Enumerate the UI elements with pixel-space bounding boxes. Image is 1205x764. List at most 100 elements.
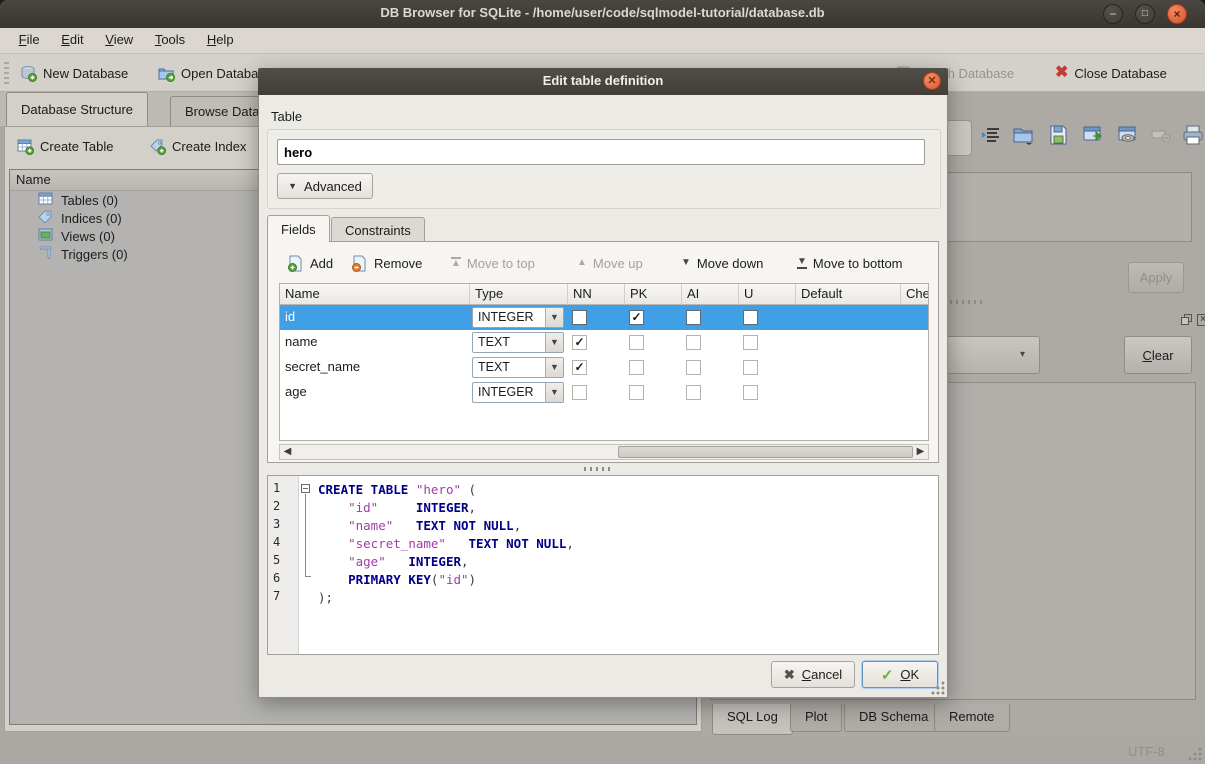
scrollbar-thumb[interactable]	[618, 446, 913, 458]
scroll-right-icon[interactable]: ▶	[915, 447, 926, 457]
u-checkbox[interactable]	[743, 385, 758, 400]
minimize-button[interactable]: −	[1103, 4, 1123, 24]
tab-fields[interactable]: Fields	[267, 215, 330, 242]
open-sql-file-icon[interactable]	[1012, 124, 1034, 146]
tab-database-structure[interactable]: Database Structure	[6, 92, 148, 126]
open-database-button[interactable]: Open Database	[158, 61, 272, 85]
remove-icon	[351, 255, 368, 272]
col-header-u[interactable]: U	[739, 284, 796, 305]
col-header-nn[interactable]: NN	[568, 284, 625, 305]
scroll-icon	[38, 246, 55, 263]
dock-close-icon[interactable]: ×	[1197, 314, 1205, 326]
scroll-left-icon[interactable]: ◀	[282, 447, 293, 457]
sql-line: "id" INTEGER,	[318, 499, 476, 517]
link-icon[interactable]	[1117, 124, 1139, 146]
sql-preview-editor[interactable]: 1 2 3 4 5 6 7 CREATE TABLE "hero" ( "id"…	[267, 475, 939, 655]
pk-checkbox[interactable]	[629, 335, 644, 350]
pk-checkbox[interactable]	[629, 310, 644, 325]
col-header-type[interactable]: Type	[470, 284, 568, 305]
menu-edit[interactable]: Edit	[52, 28, 92, 54]
dialog-title: Edit table definition	[258, 73, 948, 88]
fold-line	[305, 494, 306, 576]
cancel-x-icon: ✖	[784, 667, 795, 683]
col-header-ai[interactable]: AI	[682, 284, 739, 305]
type-dropdown[interactable]: INTEGER ▼	[472, 307, 564, 328]
field-row-age[interactable]: age INTEGER ▼	[280, 380, 928, 405]
field-row-secret-name[interactable]: secret_name TEXT ▼	[280, 355, 928, 380]
ai-checkbox[interactable]	[686, 360, 701, 375]
chevron-down-icon: ▼	[288, 181, 297, 191]
ai-checkbox[interactable]	[686, 335, 701, 350]
dock-restore-icon[interactable]	[1181, 314, 1193, 326]
col-header-check[interactable]: Check	[901, 284, 929, 305]
menu-view[interactable]: View	[96, 28, 142, 54]
u-checkbox[interactable]	[743, 310, 758, 325]
nn-checkbox[interactable]	[572, 360, 587, 375]
move-down-button[interactable]: ▼ Move down	[681, 251, 763, 275]
tab-constraints[interactable]: Constraints	[331, 217, 425, 242]
remove-field-button[interactable]: Remove	[351, 251, 422, 275]
ai-checkbox[interactable]	[686, 310, 701, 325]
chevron-down-icon: ▼	[545, 358, 563, 377]
table-name-input[interactable]	[277, 139, 925, 165]
table-icon	[38, 192, 55, 209]
col-header-name[interactable]: Name	[280, 284, 470, 305]
type-dropdown[interactable]: INTEGER ▼	[472, 382, 564, 403]
dialog-resize-grip[interactable]	[931, 681, 945, 695]
nn-checkbox[interactable]	[572, 385, 587, 400]
add-field-button[interactable]: Add	[287, 251, 333, 275]
dock-splitter[interactable]	[950, 300, 986, 304]
fields-grid-hscrollbar[interactable]: ◀ ▶	[279, 444, 929, 460]
execute-sql-icon[interactable]	[1082, 124, 1104, 146]
encoding-indicator[interactable]: UTF-8	[1128, 744, 1165, 759]
tab-plot[interactable]: Plot	[790, 704, 842, 732]
ok-button[interactable]: ✓ OK	[862, 661, 938, 688]
pk-checkbox[interactable]	[629, 360, 644, 375]
nn-checkbox[interactable]	[572, 335, 587, 350]
move-down-icon: ▼	[681, 258, 691, 268]
cancel-button[interactable]: ✖ Cancel	[771, 661, 855, 688]
tab-remote[interactable]: Remote	[934, 704, 1010, 732]
tab-db-schema[interactable]: DB Schema	[844, 704, 943, 732]
menu-tools[interactable]: Tools	[146, 28, 194, 54]
type-dropdown[interactable]: TEXT ▼	[472, 357, 564, 378]
field-row-name[interactable]: name TEXT ▼	[280, 330, 928, 355]
clear-button[interactable]: Clear	[1124, 336, 1192, 374]
create-index-button[interactable]: Create Index	[149, 133, 246, 159]
col-header-pk[interactable]: PK	[625, 284, 682, 305]
window-titlebar[interactable]: DB Browser for SQLite - /home/user/code/…	[0, 0, 1205, 28]
field-row-id[interactable]: id INTEGER ▼	[280, 305, 928, 330]
pk-checkbox[interactable]	[629, 385, 644, 400]
create-table-button[interactable]: Create Table	[17, 133, 113, 159]
chevron-down-icon: ▼	[545, 383, 563, 402]
advanced-button[interactable]: ▼ Advanced	[277, 173, 373, 199]
app-window: DB Browser for SQLite - /home/user/code/…	[0, 0, 1205, 764]
u-checkbox[interactable]	[743, 335, 758, 350]
dialog-close-button[interactable]: ✕	[923, 72, 941, 90]
dialog-titlebar[interactable]: Edit table definition ✕	[258, 68, 948, 95]
close-database-button[interactable]: ✖ Close Database	[1055, 61, 1167, 85]
col-header-default[interactable]: Default	[796, 284, 901, 305]
print-icon[interactable]	[1182, 124, 1204, 146]
menu-file[interactable]: File	[10, 28, 49, 54]
create-table-icon	[17, 138, 34, 155]
nn-checkbox[interactable]	[572, 310, 587, 325]
ai-checkbox[interactable]	[686, 385, 701, 400]
new-database-button[interactable]: New Database	[20, 61, 128, 85]
fold-marker-icon[interactable]	[301, 484, 310, 493]
sql-line: "name" TEXT NOT NULL,	[318, 517, 521, 535]
move-to-bottom-button[interactable]: ▼ Move to bottom	[797, 251, 903, 275]
maximize-button[interactable]: □	[1135, 4, 1155, 24]
save-sql-file-icon[interactable]	[1047, 124, 1069, 146]
dialog-splitter[interactable]	[584, 467, 614, 471]
close-button[interactable]: ×	[1167, 4, 1187, 24]
type-dropdown[interactable]: TEXT ▼	[472, 332, 564, 353]
tab-sql-log[interactable]: SQL Log	[712, 704, 793, 735]
resize-grip[interactable]	[1188, 747, 1202, 761]
open-database-icon	[158, 65, 175, 82]
toolbar-drag-handle[interactable]	[4, 62, 9, 84]
format-sql-icon[interactable]	[980, 124, 1002, 146]
u-checkbox[interactable]	[743, 360, 758, 375]
bottom-tabstrip: SQL Log Plot DB Schema Remote	[702, 704, 1205, 736]
menu-help[interactable]: Help	[198, 28, 243, 54]
